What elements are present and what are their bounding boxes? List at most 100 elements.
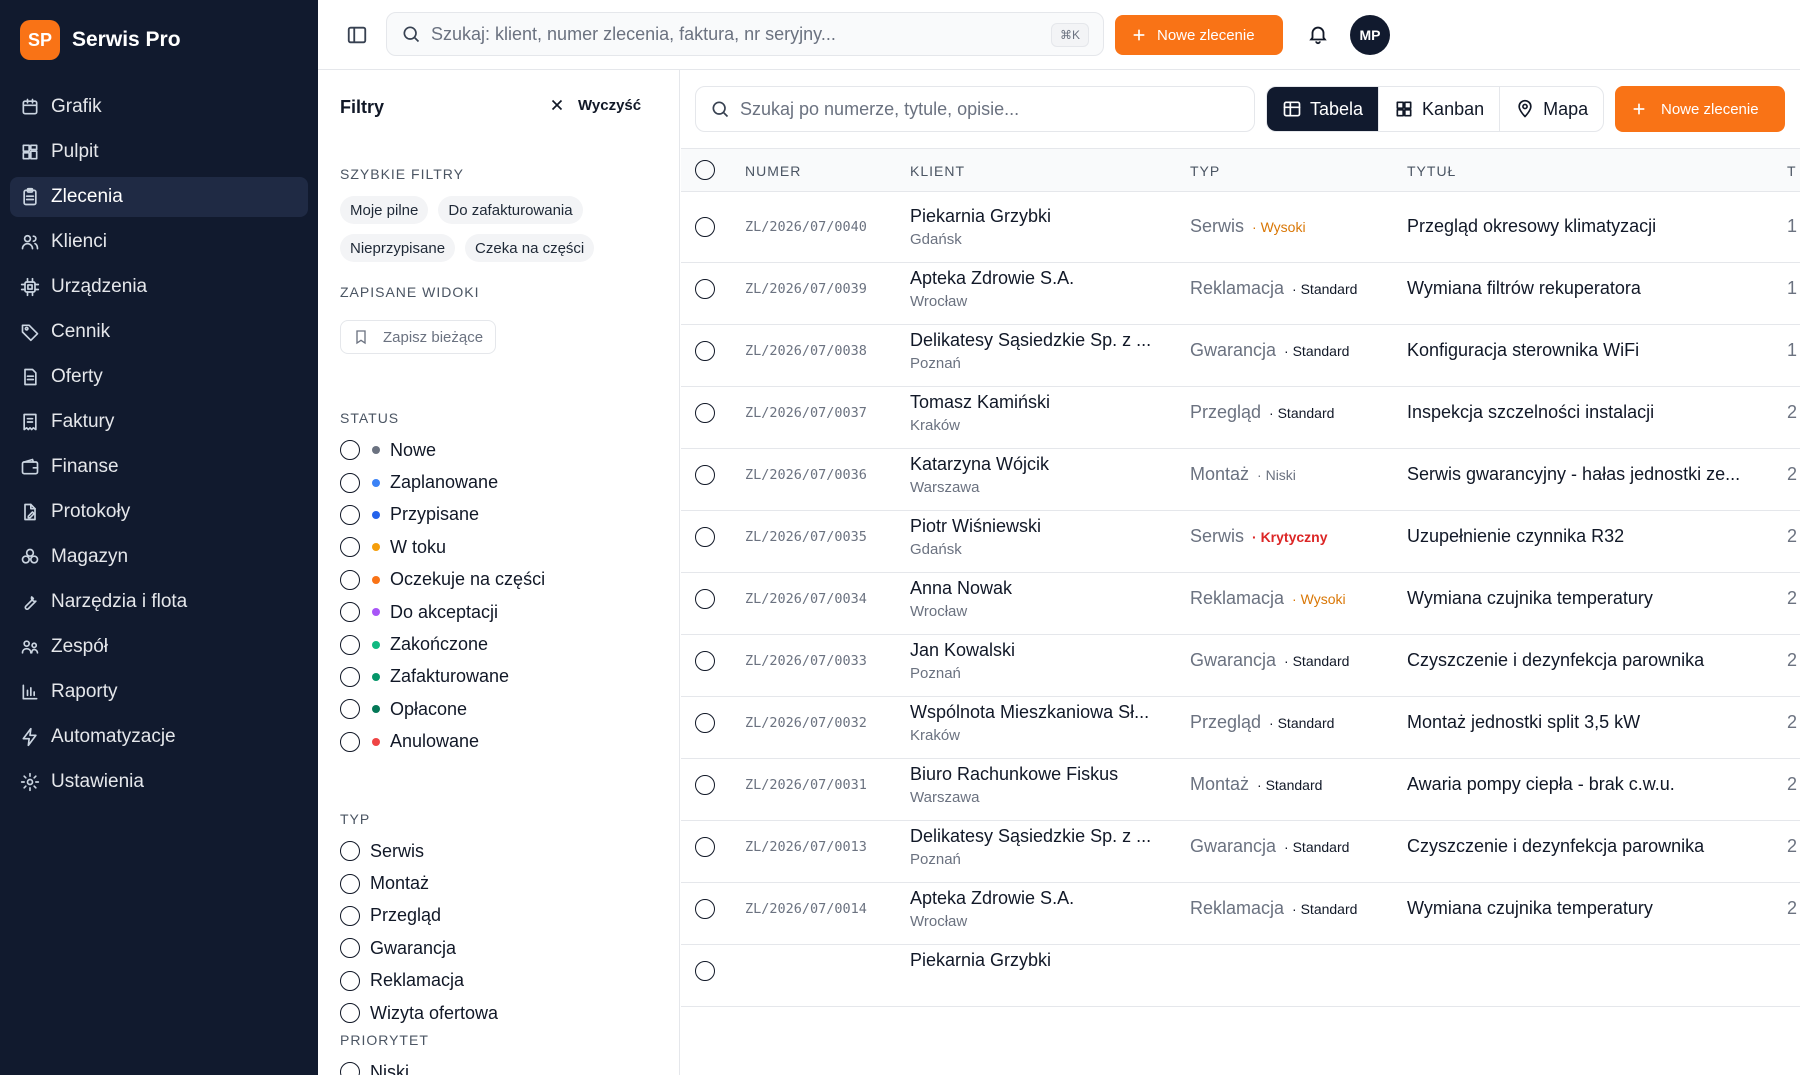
status-option[interactable]: Zakończone [340, 628, 660, 660]
sidebar-item-ustawienia[interactable]: Ustawienia [10, 762, 308, 802]
order-title[interactable]: Montaż jednostki split 3,5 kW [1407, 712, 1767, 733]
status-option[interactable]: W toku [340, 531, 660, 563]
type-option[interactable]: Wizyta ofertowa [340, 997, 660, 1029]
row-select-radio[interactable] [695, 713, 715, 733]
table-row[interactable]: ZL/2026/07/0033 Jan Kowalski Poznań Gwaranc… [681, 626, 1800, 697]
new-order-button-main[interactable]: Nowe zlecenie [1615, 86, 1785, 132]
sidebar-item-zespół[interactable]: Zespół [10, 627, 308, 667]
quick-filter-chip[interactable]: Czeka na części [465, 234, 595, 262]
row-select-radio[interactable] [695, 651, 715, 671]
row-select-radio[interactable] [695, 837, 715, 857]
order-number[interactable]: ZL/2026/07/0038 [745, 343, 867, 359]
table-row[interactable]: Piekarnia Grzybki [681, 936, 1800, 1007]
order-number[interactable]: ZL/2026/07/0037 [745, 405, 867, 421]
order-title[interactable]: Czyszczenie i dezynfekcja parownika [1407, 650, 1767, 671]
row-select-radio[interactable] [695, 899, 715, 919]
select-all-radio[interactable] [695, 160, 715, 180]
bell-icon[interactable] [1307, 23, 1329, 45]
sidebar-item-zlecenia[interactable]: Zlecenia [10, 177, 308, 217]
order-title[interactable]: Wymiana filtrów rekuperatora [1407, 278, 1767, 299]
status-option[interactable]: Opłacone [340, 693, 660, 725]
status-radio[interactable] [340, 569, 360, 590]
status-option[interactable]: Przypisane [340, 499, 660, 531]
order-title[interactable]: Awaria pompy ciepła - brak c.w.u. [1407, 774, 1767, 795]
type-radio[interactable] [340, 970, 360, 991]
table-row[interactable]: ZL/2026/07/0031 Biuro Rachunkowe Fiskus Wa… [681, 750, 1800, 821]
brand[interactable]: SP Serwis Pro [20, 20, 181, 60]
sidebar-item-klienci[interactable]: Klienci [10, 222, 308, 262]
new-order-button[interactable]: Nowe zlecenie [1115, 15, 1283, 55]
status-radio[interactable] [340, 504, 360, 525]
type-option[interactable]: Reklamacja [340, 965, 660, 997]
row-select-radio[interactable] [695, 589, 715, 609]
priority-option[interactable]: Niski [340, 1056, 660, 1075]
quick-filter-chip[interactable]: Nieprzypisane [340, 234, 456, 262]
column-title[interactable]: TYTUŁ [1407, 163, 1456, 179]
sidebar-item-narzędzia-i-flota[interactable]: Narzędzia i flota [10, 582, 308, 622]
column-number[interactable]: NUMER [745, 163, 801, 179]
client-name[interactable]: Katarzyna Wójcik [910, 454, 1165, 475]
sidebar-item-faktury[interactable]: Faktury [10, 402, 308, 442]
table-row[interactable]: ZL/2026/07/0032 Wspólnota Mieszkaniowa Sł… [681, 688, 1800, 759]
quick-filter-chip[interactable]: Do zafakturowania [438, 196, 583, 224]
sidebar-item-cennik[interactable]: Cennik [10, 312, 308, 352]
order-number[interactable]: ZL/2026/07/0032 [745, 715, 867, 731]
status-radio[interactable] [340, 699, 360, 720]
client-name[interactable]: Jan Kowalski [910, 640, 1165, 661]
order-title[interactable]: Serwis gwarancyjny - hałas jednostki ze.… [1407, 464, 1767, 485]
row-select-radio[interactable] [695, 279, 715, 299]
quick-filter-chip[interactable]: Moje pilne [340, 196, 429, 224]
type-option[interactable]: Montaż [340, 867, 660, 899]
column-client[interactable]: KLIENT [910, 163, 965, 179]
order-title[interactable]: Konfiguracja sterownika WiFi [1407, 340, 1767, 361]
sidebar-item-protokoły[interactable]: Protokoły [10, 492, 308, 532]
row-select-radio[interactable] [695, 217, 715, 237]
client-name[interactable]: Apteka Zdrowie S.A. [910, 888, 1165, 909]
table-row[interactable]: ZL/2026/07/0014 Apteka Zdrowie S.A. Wrocła… [681, 874, 1800, 945]
priority-radio[interactable] [340, 1062, 360, 1075]
order-number[interactable]: ZL/2026/07/0040 [745, 219, 867, 235]
order-number[interactable]: ZL/2026/07/0035 [745, 529, 867, 545]
sidebar-toggle-icon[interactable] [346, 24, 368, 46]
type-radio[interactable] [340, 905, 360, 926]
status-option[interactable]: Zaplanowane [340, 466, 660, 498]
save-current-view-button[interactable]: Zapisz bieżące [340, 320, 497, 354]
order-number[interactable]: ZL/2026/07/0034 [745, 591, 867, 607]
client-name[interactable]: Anna Nowak [910, 578, 1165, 599]
column-next[interactable]: T [1787, 163, 1797, 179]
client-name[interactable]: Piekarnia Grzybki [910, 950, 1165, 971]
sidebar-item-finanse[interactable]: Finanse [10, 447, 308, 487]
status-radio[interactable] [340, 440, 360, 461]
type-option[interactable]: Gwarancja [340, 932, 660, 964]
view-mapa-button[interactable]: Mapa [1500, 87, 1603, 131]
client-name[interactable]: Biuro Rachunkowe Fiskus [910, 764, 1165, 785]
row-select-radio[interactable] [695, 465, 715, 485]
type-option[interactable]: Przegląd [340, 900, 660, 932]
order-number[interactable]: ZL/2026/07/0036 [745, 467, 867, 483]
global-search[interactable]: ⌘K [386, 12, 1104, 56]
view-tabela-button[interactable]: Tabela [1267, 87, 1380, 131]
client-name[interactable]: Tomasz Kamiński [910, 392, 1165, 413]
type-radio[interactable] [340, 873, 360, 894]
order-title[interactable]: Uzupełnienie czynnika R32 [1407, 526, 1767, 547]
sidebar-item-oferty[interactable]: Oferty [10, 357, 308, 397]
order-number[interactable]: ZL/2026/07/0014 [745, 901, 867, 917]
status-option[interactable]: Do akceptacji [340, 596, 660, 628]
client-name[interactable]: Delikatesy Sąsiedzkie Sp. z ... [910, 826, 1165, 847]
status-option[interactable]: Oczekuje na części [340, 564, 660, 596]
sidebar-item-grafik[interactable]: Grafik [10, 87, 308, 127]
orders-search[interactable] [695, 86, 1255, 132]
sidebar-item-urządzenia[interactable]: Urządzenia [10, 267, 308, 307]
sidebar-item-automatyzacje[interactable]: Automatyzacje [10, 717, 308, 757]
type-radio[interactable] [340, 1003, 360, 1024]
order-number[interactable]: ZL/2026/07/0013 [745, 839, 867, 855]
status-radio[interactable] [340, 731, 360, 752]
status-option[interactable]: Anulowane [340, 726, 660, 758]
status-option[interactable]: Nowe [340, 434, 660, 466]
column-type[interactable]: TYP [1190, 163, 1220, 179]
sidebar-item-pulpit[interactable]: Pulpit [10, 132, 308, 172]
type-option[interactable]: Serwis [340, 835, 660, 867]
type-radio[interactable] [340, 938, 360, 959]
avatar[interactable]: MP [1350, 15, 1390, 55]
sidebar-item-raporty[interactable]: Raporty [10, 672, 308, 712]
